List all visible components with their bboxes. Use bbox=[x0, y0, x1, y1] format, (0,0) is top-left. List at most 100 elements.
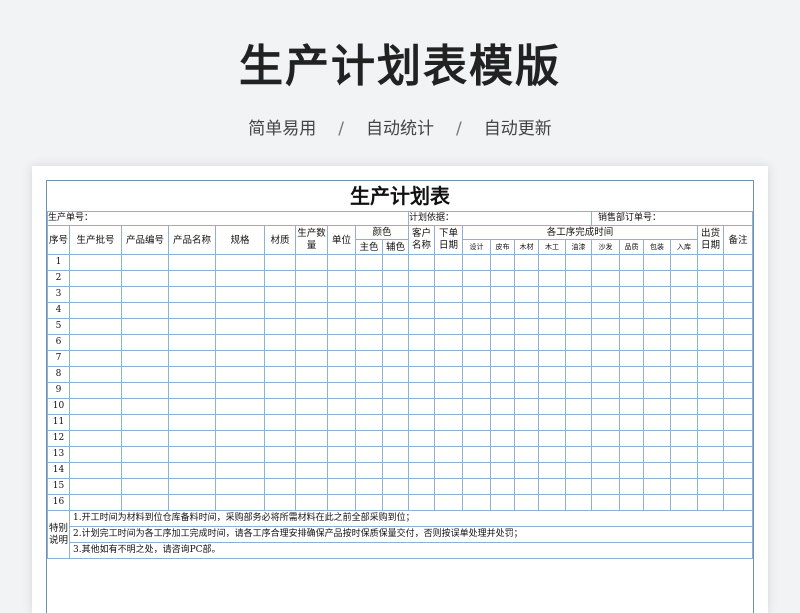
table-cell[interactable] bbox=[514, 318, 539, 335]
table-cell[interactable] bbox=[722, 366, 753, 383]
table-cell[interactable] bbox=[514, 494, 539, 511]
table-cell[interactable] bbox=[295, 334, 328, 351]
table-cell[interactable] bbox=[565, 366, 592, 383]
table-cell[interactable] bbox=[538, 254, 566, 271]
table-cell[interactable] bbox=[382, 382, 409, 399]
table-cell[interactable] bbox=[434, 318, 463, 335]
table-cell[interactable] bbox=[121, 302, 169, 319]
table-cell[interactable] bbox=[697, 382, 724, 399]
table-cell[interactable] bbox=[591, 318, 620, 335]
table-cell[interactable] bbox=[670, 462, 698, 479]
table-cell[interactable] bbox=[619, 382, 644, 399]
table-cell[interactable] bbox=[327, 350, 356, 367]
table-cell[interactable] bbox=[295, 446, 328, 463]
table-cell[interactable] bbox=[670, 478, 698, 495]
table-cell[interactable] bbox=[434, 478, 463, 495]
table-cell[interactable] bbox=[215, 366, 265, 383]
table-cell[interactable] bbox=[722, 350, 753, 367]
table-cell[interactable] bbox=[215, 270, 265, 287]
table-cell[interactable] bbox=[670, 494, 698, 511]
table-cell[interactable] bbox=[490, 366, 515, 383]
table-cell[interactable] bbox=[591, 334, 620, 351]
table-cell[interactable] bbox=[670, 286, 698, 303]
table-cell[interactable] bbox=[434, 494, 463, 511]
table-cell[interactable] bbox=[643, 366, 671, 383]
table-cell[interactable] bbox=[591, 254, 620, 271]
table-cell[interactable] bbox=[355, 286, 383, 303]
table-cell[interactable] bbox=[619, 318, 644, 335]
table-cell[interactable] bbox=[643, 382, 671, 399]
table-cell[interactable] bbox=[295, 318, 328, 335]
table-cell[interactable] bbox=[462, 414, 491, 431]
table-cell[interactable] bbox=[565, 430, 592, 447]
table-cell[interactable] bbox=[295, 366, 328, 383]
table-cell[interactable] bbox=[434, 446, 463, 463]
table-cell[interactable] bbox=[697, 254, 724, 271]
table-cell[interactable] bbox=[168, 350, 216, 367]
table-cell[interactable] bbox=[215, 414, 265, 431]
table-cell[interactable] bbox=[121, 334, 169, 351]
table-cell[interactable] bbox=[264, 414, 296, 431]
table-cell[interactable] bbox=[538, 398, 566, 415]
table-cell[interactable] bbox=[697, 478, 724, 495]
table-cell[interactable] bbox=[538, 446, 566, 463]
table-cell[interactable] bbox=[382, 270, 409, 287]
table-cell[interactable] bbox=[295, 302, 328, 319]
table-cell[interactable] bbox=[295, 270, 328, 287]
table-cell[interactable] bbox=[355, 398, 383, 415]
table-cell[interactable] bbox=[434, 414, 463, 431]
table-cell[interactable] bbox=[215, 478, 265, 495]
table-cell[interactable] bbox=[722, 318, 753, 335]
table-cell[interactable] bbox=[382, 414, 409, 431]
table-cell[interactable] bbox=[327, 494, 356, 511]
table-cell[interactable] bbox=[565, 350, 592, 367]
table-cell[interactable] bbox=[121, 398, 169, 415]
table-cell[interactable] bbox=[327, 302, 356, 319]
table-cell[interactable] bbox=[643, 414, 671, 431]
table-cell[interactable] bbox=[434, 302, 463, 319]
table-cell[interactable] bbox=[697, 334, 724, 351]
table-cell[interactable] bbox=[565, 414, 592, 431]
table-cell[interactable] bbox=[565, 494, 592, 511]
table-cell[interactable] bbox=[408, 366, 435, 383]
table-cell[interactable] bbox=[670, 414, 698, 431]
table-cell[interactable] bbox=[722, 270, 753, 287]
table-cell[interactable] bbox=[643, 494, 671, 511]
table-cell[interactable] bbox=[565, 270, 592, 287]
table-cell[interactable] bbox=[670, 430, 698, 447]
table-cell[interactable] bbox=[697, 494, 724, 511]
table-cell[interactable] bbox=[264, 446, 296, 463]
table-cell[interactable] bbox=[591, 462, 620, 479]
table-cell[interactable] bbox=[168, 286, 216, 303]
table-cell[interactable] bbox=[264, 254, 296, 271]
table-cell[interactable] bbox=[168, 254, 216, 271]
table-cell[interactable] bbox=[643, 350, 671, 367]
table-cell[interactable] bbox=[722, 462, 753, 479]
table-cell[interactable] bbox=[408, 270, 435, 287]
table-cell[interactable] bbox=[69, 286, 122, 303]
table-cell[interactable] bbox=[327, 478, 356, 495]
table-cell[interactable] bbox=[538, 430, 566, 447]
table-cell[interactable] bbox=[69, 494, 122, 511]
table-cell[interactable] bbox=[514, 302, 539, 319]
table-cell[interactable] bbox=[295, 478, 328, 495]
table-cell[interactable] bbox=[490, 254, 515, 271]
table-cell[interactable] bbox=[619, 414, 644, 431]
table-cell[interactable] bbox=[121, 350, 169, 367]
table-cell[interactable] bbox=[215, 334, 265, 351]
table-cell[interactable] bbox=[69, 270, 122, 287]
table-cell[interactable] bbox=[264, 430, 296, 447]
table-cell[interactable] bbox=[215, 446, 265, 463]
table-cell[interactable] bbox=[591, 494, 620, 511]
table-cell[interactable] bbox=[382, 254, 409, 271]
table-cell[interactable] bbox=[264, 382, 296, 399]
table-cell[interactable] bbox=[355, 334, 383, 351]
table-cell[interactable] bbox=[264, 366, 296, 383]
table-cell[interactable] bbox=[168, 334, 216, 351]
table-cell[interactable] bbox=[538, 302, 566, 319]
table-cell[interactable] bbox=[382, 286, 409, 303]
table-cell[interactable] bbox=[69, 366, 122, 383]
table-cell[interactable] bbox=[591, 366, 620, 383]
table-cell[interactable] bbox=[434, 430, 463, 447]
table-cell[interactable] bbox=[121, 446, 169, 463]
